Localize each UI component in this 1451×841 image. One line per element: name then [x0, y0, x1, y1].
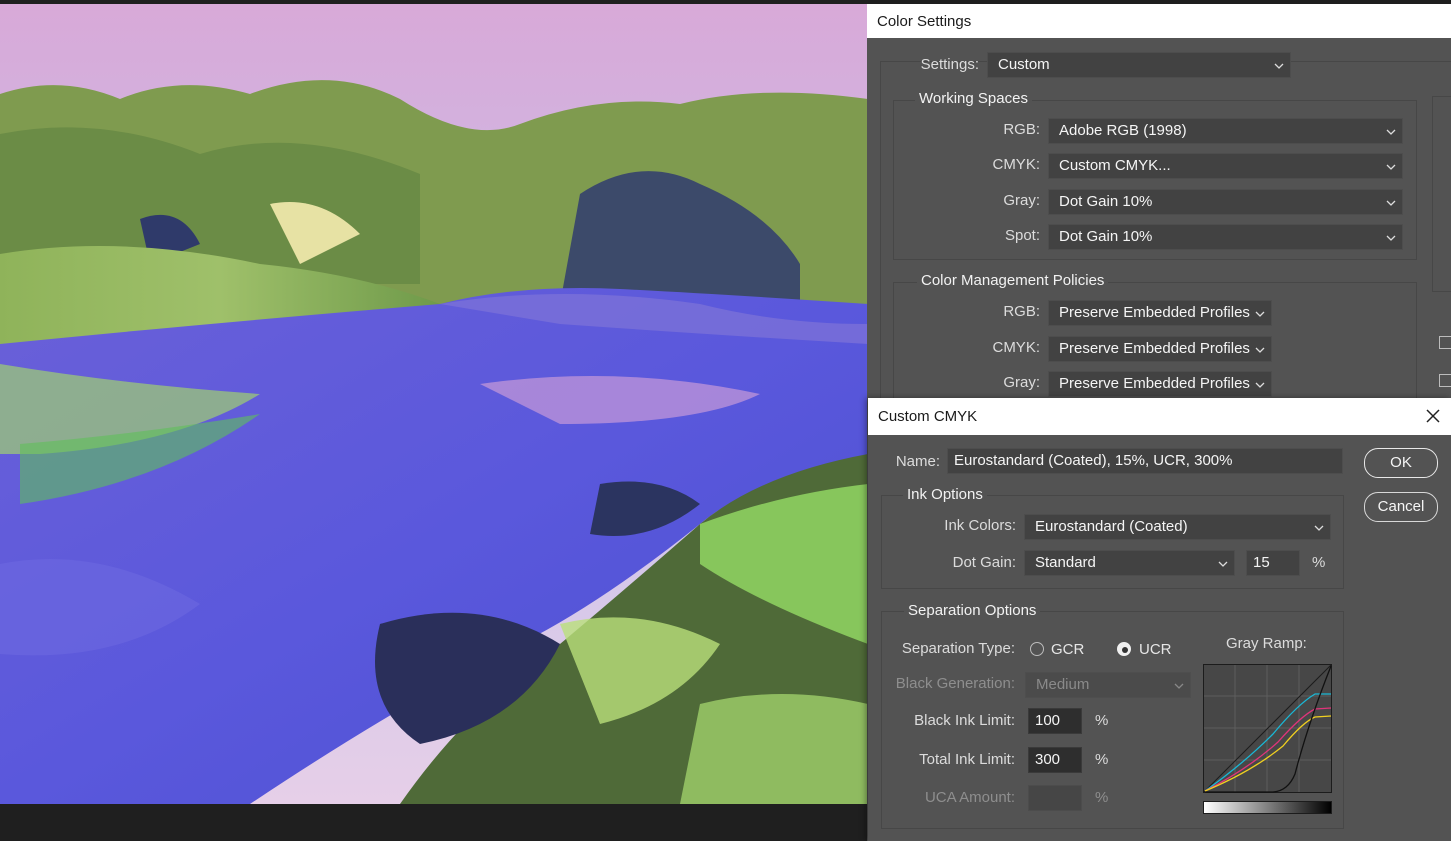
black-ink-limit-label: Black Ink Limit:: [914, 712, 1015, 729]
settings-label: Settings:: [920, 56, 979, 73]
gray-ramp-gradient-bar: [1203, 801, 1332, 814]
chevron-down-icon: [1386, 164, 1396, 170]
uca-percent: %: [1095, 789, 1109, 806]
ws-gray-dropdown[interactable]: Dot Gain 10%: [1048, 189, 1403, 215]
chevron-down-icon: [1218, 561, 1228, 567]
custom-cmyk-title: Custom CMYK: [878, 408, 978, 425]
policy-cmyk-label: CMYK:: [992, 339, 1040, 356]
ws-gray-label: Gray:: [1003, 192, 1040, 209]
policies-label: Color Management Policies: [917, 272, 1109, 289]
chevron-down-icon: [1386, 235, 1396, 241]
ink-colors-label: Ink Colors:: [944, 517, 1016, 534]
clipped-checkbox[interactable]: [1439, 374, 1451, 387]
total-ink-limit-label: Total Ink Limit:: [919, 751, 1015, 768]
close-icon[interactable]: [1425, 408, 1441, 424]
gray-ramp-graph: [1203, 664, 1332, 793]
cancel-button[interactable]: Cancel: [1364, 492, 1438, 522]
black-generation-label: Black Generation:: [895, 675, 1015, 692]
total-ink-limit-input[interactable]: 300: [1028, 747, 1082, 773]
dot-gain-dropdown[interactable]: Standard: [1024, 550, 1235, 576]
document-canvas[interactable]: [0, 0, 868, 841]
dot-gain-label: Dot Gain:: [952, 554, 1016, 571]
separation-type-label: Separation Type:: [901, 640, 1015, 657]
chevron-down-icon: [1314, 525, 1324, 531]
clipped-checkbox[interactable]: [1439, 336, 1451, 349]
gcr-radio[interactable]: [1030, 642, 1044, 656]
chevron-down-icon: [1386, 129, 1396, 135]
uca-amount-label: UCA Amount:: [924, 789, 1015, 806]
policy-gray-label: Gray:: [1003, 374, 1040, 391]
gray-ramp-label: Gray Ramp:: [1226, 635, 1307, 652]
policy-rgb-label: RGB:: [1003, 303, 1040, 320]
ok-button[interactable]: OK: [1364, 448, 1438, 478]
name-label: Name:: [895, 453, 940, 470]
black-ink-limit-input[interactable]: 100: [1028, 708, 1082, 734]
dot-gain-amount-input[interactable]: 15: [1246, 550, 1300, 576]
total-ink-percent: %: [1095, 751, 1109, 768]
ws-rgb-label: RGB:: [1003, 121, 1040, 138]
name-input[interactable]: Eurostandard (Coated), 15%, UCR, 300%: [947, 448, 1343, 474]
gcr-label: GCR: [1051, 641, 1085, 658]
clipped-side-panel: [1432, 96, 1451, 292]
ws-spot-dropdown[interactable]: Dot Gain 10%: [1048, 224, 1403, 250]
ws-cmyk-label: CMYK:: [992, 156, 1040, 173]
ws-rgb-dropdown[interactable]: Adobe RGB (1998): [1048, 118, 1403, 144]
chevron-down-icon: [1274, 63, 1284, 69]
black-ink-percent: %: [1095, 712, 1109, 729]
custom-cmyk-dialog: Custom CMYK Name: Eurostandard (Coated),…: [868, 398, 1451, 841]
ws-cmyk-dropdown[interactable]: Custom CMYK...: [1048, 153, 1403, 179]
ink-options-label: Ink Options: [903, 486, 987, 503]
black-generation-dropdown[interactable]: Medium: [1025, 672, 1191, 698]
ucr-radio[interactable]: [1117, 642, 1131, 656]
chevron-down-icon: [1255, 347, 1265, 353]
policy-rgb-dropdown[interactable]: Preserve Embedded Profiles: [1048, 300, 1272, 326]
policy-cmyk-dropdown[interactable]: Preserve Embedded Profiles: [1048, 336, 1272, 362]
ink-colors-dropdown[interactable]: Eurostandard (Coated): [1024, 514, 1331, 540]
separation-options-label: Separation Options: [904, 602, 1041, 619]
color-settings-titlebar: Color Settings: [867, 4, 1451, 38]
policy-gray-dropdown[interactable]: Preserve Embedded Profiles: [1048, 371, 1272, 397]
chevron-down-icon: [1255, 382, 1265, 388]
ws-spot-label: Spot:: [1004, 227, 1040, 244]
dot-gain-percent: %: [1312, 554, 1326, 571]
uca-amount-input[interactable]: [1028, 785, 1082, 811]
chevron-down-icon: [1255, 311, 1265, 317]
settings-dropdown[interactable]: Custom: [987, 52, 1291, 78]
custom-cmyk-titlebar: Custom CMYK: [868, 398, 1451, 435]
river-landscape-painting: [0, 4, 868, 804]
working-spaces-label: Working Spaces: [915, 90, 1032, 107]
ucr-label: UCR: [1139, 641, 1172, 658]
chevron-down-icon: [1174, 683, 1184, 689]
chevron-down-icon: [1386, 200, 1396, 206]
color-settings-title: Color Settings: [877, 13, 972, 30]
